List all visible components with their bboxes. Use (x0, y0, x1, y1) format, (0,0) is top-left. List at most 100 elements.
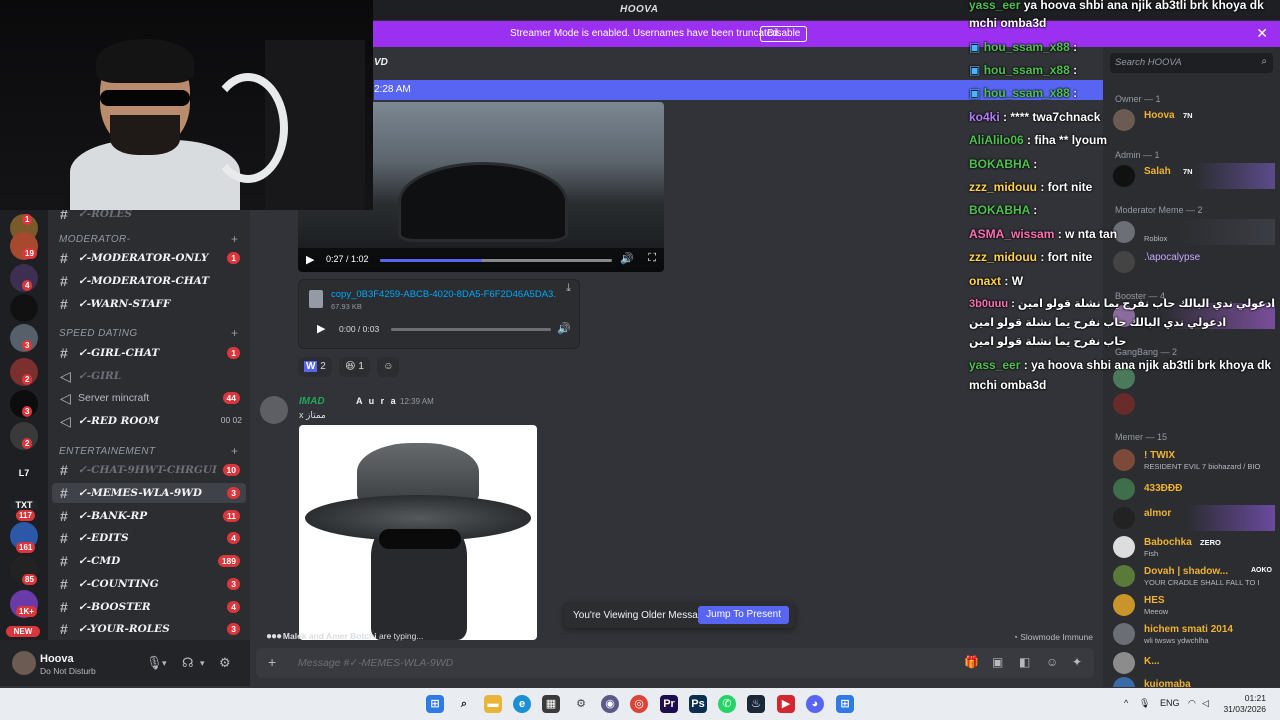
reaction-emoji: W (304, 361, 318, 372)
chevron-down-icon[interactable]: ▾ (162, 658, 167, 669)
channel-item[interactable]: # ✓-CHAT-9HWT-CHRGUI 10 (52, 460, 246, 480)
store-icon[interactable]: ▦ (542, 695, 560, 713)
category-moderator[interactable]: MODERATOR- (59, 234, 130, 245)
media-player-icon[interactable]: ▶ (777, 695, 795, 713)
channel-item[interactable]: # ✓-WARN-STAFF (52, 294, 246, 314)
chevron-down-icon[interactable]: ▾ (200, 658, 205, 669)
photoshop-icon[interactable]: Ps (689, 695, 707, 713)
download-icon[interactable]: ⤓ (566, 282, 571, 295)
app-icon[interactable]: ◉ (601, 695, 619, 713)
member-item[interactable]: HES Meeow (1113, 592, 1275, 618)
member-item[interactable]: kuiomaba (1113, 675, 1275, 687)
channel-item[interactable]: # ✓-YOUR-ROLES 3 (52, 619, 246, 639)
microphone-icon[interactable]: 🎙 (1139, 698, 1150, 709)
microphone-icon[interactable]: 🎙 (146, 655, 163, 671)
message-author[interactable]: IMAD (299, 396, 325, 407)
premiere-icon[interactable]: Pr (660, 695, 678, 713)
settings-icon[interactable]: ⚙ (572, 695, 590, 713)
message-composer[interactable]: + Message #✓-MEMES-WLA-9WD 🎁 ▣ ◧ ☺ ✦ (256, 648, 1094, 678)
chrome-icon[interactable]: ◎ (630, 695, 648, 713)
gift-icon[interactable]: 🎁 (964, 655, 979, 669)
play-icon[interactable]: ▶ (306, 253, 314, 266)
server-label[interactable]: L7 (10, 468, 38, 478)
channel-item[interactable]: # ✓-MODERATOR-CHAT (52, 271, 246, 291)
fullscreen-icon[interactable]: ⛶ (648, 252, 656, 265)
apps-icon[interactable]: ✦ (1072, 655, 1082, 669)
sticker-icon[interactable]: ◧ (1019, 655, 1030, 669)
jump-to-present-button[interactable]: Jump To Present (698, 606, 789, 624)
channel-item[interactable]: # ✓-MODERATOR-ONLY 1 (52, 248, 246, 268)
windows-start-icon[interactable]: ⊞ (426, 695, 444, 713)
emoji-icon[interactable]: ☺ (1046, 655, 1058, 669)
member-activity: YOUR CRADLE SHALL FALL TO I (1144, 578, 1260, 587)
play-icon[interactable]: ▶ (317, 322, 325, 335)
whatsapp-icon[interactable]: ✆ (718, 695, 736, 713)
member-item[interactable]: almor (1113, 505, 1275, 531)
headphones-icon[interactable]: ☊ (182, 655, 194, 671)
avatar (1113, 677, 1135, 687)
member-item[interactable] (1113, 391, 1275, 417)
avatar[interactable] (260, 396, 288, 424)
chat-text: : (1033, 157, 1038, 171)
wifi-icon[interactable]: ◠ (1188, 698, 1196, 709)
channel-item-active[interactable]: # ✓-MEMES-WLA-9WD 3 (52, 483, 246, 503)
channel-item[interactable]: # ✓-EDITS 4 (52, 528, 246, 548)
audio-progress[interactable] (391, 328, 551, 331)
channel-item[interactable]: # ✓-COUNTING 3 (52, 574, 246, 594)
discord-icon[interactable]: ◕ (806, 695, 824, 713)
reaction[interactable]: W 2 (298, 357, 332, 377)
member-item[interactable]: Dovah | shadow... AOKO YOUR CRADLE SHALL F… (1113, 563, 1275, 589)
server-label[interactable]: TXT (10, 500, 38, 510)
volume-icon[interactable]: 🔊 (620, 252, 634, 265)
speaker-icon[interactable]: ◁ (1202, 698, 1209, 709)
channel-item[interactable]: # ✓-GIRL-CHAT 1 (52, 343, 246, 363)
reaction[interactable]: 😆 1 (339, 357, 370, 377)
add-channel-icon[interactable]: + (231, 326, 238, 340)
add-channel-icon[interactable]: + (231, 444, 238, 458)
stream-chat-line: yass_eer ya hoova shbi ana njik ab3tli b… (969, 0, 1279, 12)
disable-streamer-mode-button[interactable]: Disable (760, 26, 808, 42)
voice-count: 00 02 (220, 415, 242, 425)
category-speed-dating[interactable]: SPEED DATING (59, 328, 138, 339)
chevron-up-icon[interactable]: ^ (1124, 698, 1128, 708)
stream-chat-line: ▣ hou_ssam_x88 : (969, 40, 1279, 54)
gif-icon[interactable]: ▣ (992, 655, 1003, 669)
hash-icon: # (60, 485, 68, 501)
member-item[interactable]: ! TWIX RESIDENT EVIL 7 biohazard / BIO (1113, 447, 1275, 473)
system-clock[interactable]: 01:21 31/03/2026 (1223, 693, 1266, 715)
server-icon[interactable] (10, 294, 38, 322)
category-entertainement[interactable]: ENTERTAINEMENT (59, 446, 155, 457)
search-icon[interactable]: ⌕ (455, 695, 473, 713)
avatar[interactable] (12, 651, 36, 675)
edge-icon[interactable]: e (513, 695, 531, 713)
channel-item[interactable]: # ✓-BANK-RP 11 (52, 506, 246, 526)
channel-name: ✓-CHAT-9HWT-CHRGUI (78, 464, 217, 476)
message-image[interactable] (299, 425, 537, 640)
voice-channel-item[interactable]: ◁ ✓-GIRL (52, 366, 246, 386)
voice-channel-item[interactable]: ◁ ✓-RED ROOM 00 02 (52, 411, 246, 431)
language-indicator[interactable]: ENG (1160, 698, 1180, 708)
video-time: 0:27 / 1:02 (326, 254, 369, 264)
add-reaction-button[interactable]: ☺ (377, 357, 400, 377)
add-channel-icon[interactable]: + (231, 232, 238, 246)
reaction-emoji: 😆 (345, 361, 356, 372)
member-item[interactable]: Babochka ZERO Fish (1113, 534, 1275, 560)
member-item[interactable]: hichem smati 2014 wli twsws ydwchlha (1113, 621, 1275, 647)
file-explorer-icon[interactable]: ▬ (484, 695, 502, 713)
volume-icon[interactable]: 🔊 (557, 322, 571, 335)
member-item[interactable]: 433ƉƉƉ (1113, 476, 1275, 502)
voice-channel-item[interactable]: ◁ Server mincraft 44 (52, 388, 246, 408)
channel-item[interactable]: # ✓-BOOSTER 4 (52, 597, 246, 617)
video-progress[interactable] (380, 259, 612, 262)
member-name: Babochka (1144, 537, 1192, 548)
gear-icon[interactable]: ⚙ (219, 655, 231, 671)
unread-badge: 10 (222, 464, 240, 476)
channel-item[interactable]: # ✓-CMD 189 (52, 551, 246, 571)
user-name: Hoova (40, 653, 74, 665)
upload-plus-icon[interactable]: + (268, 654, 276, 670)
member-activity: wli twsws ydwchlha (1144, 636, 1209, 645)
member-item[interactable]: K... (1113, 650, 1275, 676)
attachment-filename[interactable]: copy_0B3F4259-ABCB-4020-8DA5-F6F2D46A5DA… (331, 289, 571, 300)
steam-icon[interactable]: ♨ (747, 695, 765, 713)
app-grid-icon[interactable]: ⊞ (836, 695, 854, 713)
